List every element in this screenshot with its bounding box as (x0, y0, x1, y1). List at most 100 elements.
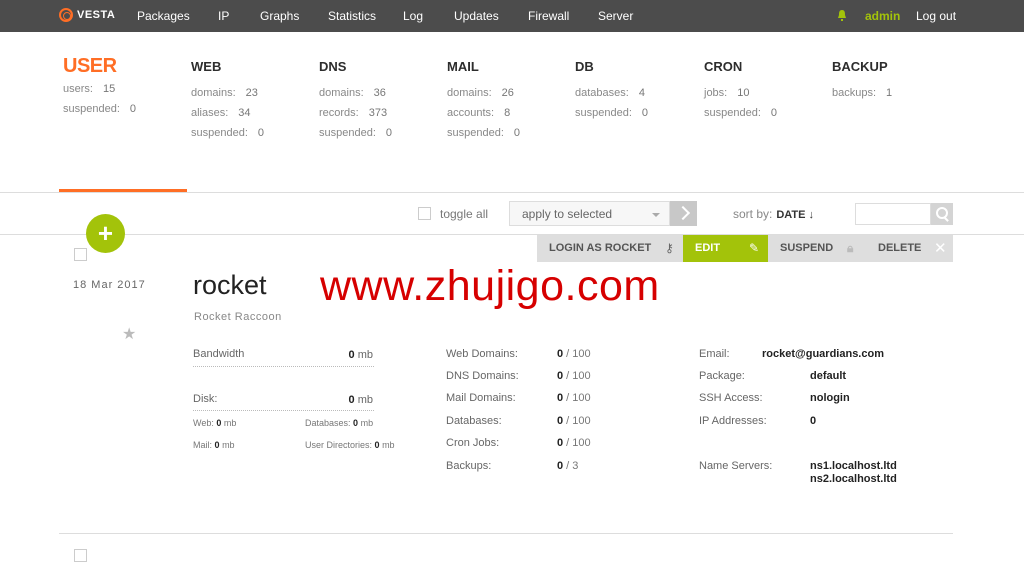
disk-value: 0 mb (348, 394, 373, 406)
logo-icon (59, 8, 73, 22)
nav-ip[interactable]: IP (218, 9, 229, 23)
star-icon[interactable]: ★ (122, 324, 136, 344)
stat-value: 8 (504, 107, 511, 119)
stat-label: suspended: (447, 127, 504, 139)
stat-label: domains: (319, 87, 364, 99)
stat-label: records: (319, 107, 359, 119)
vesta-logo[interactable]: VESTA (59, 8, 115, 22)
nav-statistics[interactable]: Statistics (328, 9, 376, 23)
nameserver-2: ns2.localhost.ltd (810, 473, 897, 485)
limit-value: 0 / 100 (557, 415, 591, 427)
ip-label: IP Addresses: (699, 415, 767, 427)
stat-label: domains: (191, 87, 236, 99)
toggle-all-checkbox[interactable] (418, 207, 431, 220)
bell-icon[interactable] (837, 10, 847, 21)
package-value: default (810, 370, 847, 382)
row-checkbox[interactable] (74, 549, 87, 562)
suspend-label: SUSPEND (780, 242, 834, 254)
stat-value: 34 (238, 107, 251, 119)
user-name[interactable]: rocket (193, 270, 267, 301)
stat-value: 0 (513, 127, 521, 139)
stat-label: suspended: (63, 103, 120, 115)
stats-divider (0, 192, 1024, 193)
row-divider (59, 533, 953, 534)
disk-user-dirs: User Directories: 0 mb (305, 440, 395, 450)
nav-graphs[interactable]: Graphs (260, 9, 299, 23)
stat-title: MAIL (447, 59, 479, 74)
toggle-all-label[interactable]: toggle all (440, 207, 488, 221)
stat-value: 23 (245, 87, 258, 99)
disk-mail: Mail: 0 mb (193, 440, 235, 450)
stat-label: suspended: (704, 107, 761, 119)
ssh-value: nologin (810, 392, 850, 404)
nav-server[interactable]: Server (598, 9, 633, 23)
stat-web[interactable]: WEB domains: 23 aliases: 34 suspended: 0 (191, 55, 319, 144)
stat-label: suspended: (191, 127, 248, 139)
ip-value: 0 (810, 415, 817, 427)
stat-title: WEB (191, 59, 222, 74)
nav-logout[interactable]: Log out (916, 9, 956, 23)
bulk-action-select[interactable]: apply to selected (509, 201, 670, 226)
limit-value: 0 / 100 (557, 370, 591, 382)
stat-label: domains: (447, 87, 492, 99)
limit-label: Backups: (446, 460, 492, 472)
disk-databases: Databases: 0 mb (305, 418, 374, 428)
nav-firewall[interactable]: Firewall (528, 9, 569, 23)
key-icon: ⚷ (665, 241, 674, 255)
nav-user[interactable]: admin (865, 9, 900, 23)
nameserver-1: ns1.localhost.ltd (810, 460, 897, 472)
edit-button[interactable]: EDIT ✎ (683, 235, 768, 262)
stat-value: 26 (501, 87, 514, 99)
stat-value: 15 (102, 83, 116, 95)
stat-db[interactable]: DB databases: 4 suspended: 0 (575, 55, 703, 124)
delete-button[interactable]: DELETE ✕ (866, 235, 953, 262)
disk-bar (193, 410, 374, 411)
stat-title: CRON (704, 59, 743, 74)
stat-label: backups: (832, 87, 877, 99)
ssh-label: SSH Access: (699, 392, 763, 404)
nav-log[interactable]: Log (403, 9, 423, 23)
stat-title: DNS (319, 59, 347, 74)
limit-value: 0 / 100 (557, 392, 591, 404)
limit-label: Web Domains: (446, 348, 518, 360)
sort-control[interactable]: sort by: DATE ↓ (733, 207, 814, 221)
nav-packages[interactable]: Packages (137, 9, 190, 23)
suspend-button[interactable]: SUSPEND 🔒︎ (768, 235, 866, 262)
search-input[interactable] (855, 203, 931, 225)
disk-web: Web: 0 mb (193, 418, 237, 428)
stat-label: databases: (575, 87, 629, 99)
login-as-button[interactable]: LOGIN AS ROCKET ⚷ (537, 235, 683, 262)
active-tab-underline (59, 189, 187, 192)
bandwidth-bar (193, 366, 374, 367)
search-icon[interactable] (931, 203, 953, 225)
bandwidth-value: 0 mb (348, 349, 373, 361)
limit-label: Cron Jobs: (446, 437, 500, 449)
stat-title: BACKUP (832, 59, 888, 74)
stat-value: 373 (368, 107, 388, 119)
add-user-button[interactable]: + (86, 214, 125, 253)
package-label: Package: (699, 370, 745, 382)
chevron-down-icon (652, 213, 660, 217)
limit-value: 0 / 100 (557, 348, 591, 360)
stat-value: 0 (770, 107, 778, 119)
delete-label: DELETE (878, 242, 922, 254)
stat-user[interactable]: USER users: 15 suspended: 0 (63, 55, 191, 120)
nav-updates[interactable]: Updates (454, 9, 499, 23)
stat-label: accounts: (447, 107, 495, 119)
stat-value: 4 (638, 87, 645, 99)
apply-button[interactable] (670, 201, 697, 226)
stat-value: 0 (129, 103, 137, 115)
stat-dns[interactable]: DNS domains: 36 records: 373 suspended: 0 (319, 55, 447, 144)
login-as-label: LOGIN AS ROCKET (549, 242, 652, 254)
stat-mail[interactable]: MAIL domains: 26 accounts: 8 suspended: 0 (447, 55, 575, 144)
stat-value: 0 (641, 107, 649, 119)
stat-value: 0 (385, 127, 393, 139)
close-icon: ✕ (934, 240, 947, 257)
logo-text: VESTA (77, 9, 116, 21)
watermark-text: www.zhujigo.com (320, 262, 660, 310)
bandwidth-label: Bandwidth (193, 348, 245, 360)
stat-cron[interactable]: CRON jobs: 10 suspended: 0 (704, 55, 832, 124)
email-value: rocket@guardians.com (762, 348, 884, 360)
stat-backup[interactable]: BACKUP backups: 1 (832, 55, 960, 104)
row-checkbox[interactable] (74, 248, 87, 261)
